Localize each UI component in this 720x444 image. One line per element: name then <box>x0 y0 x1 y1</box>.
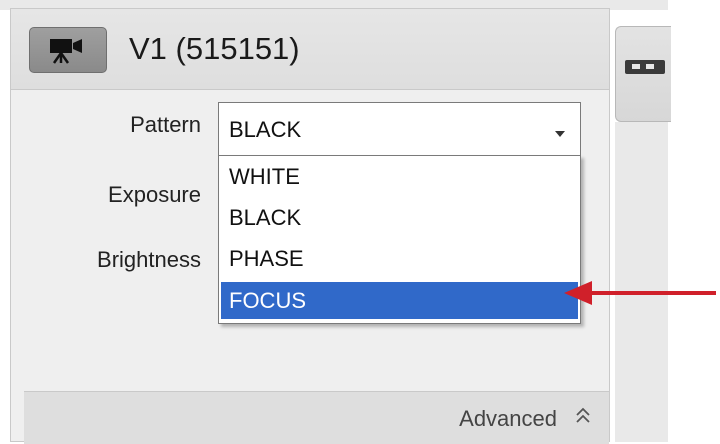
dropdown-option-phase[interactable]: PHASE <box>221 240 578 277</box>
dropdown-option-black[interactable]: BLACK <box>221 199 578 236</box>
panel-header: V1 (515151) <box>11 9 609 90</box>
double-chevron-up-icon <box>575 406 591 431</box>
advanced-section-toggle[interactable]: Advanced <box>24 391 609 444</box>
pattern-dropdown-list: WHITE BLACK PHASE FOCUS <box>218 155 581 324</box>
camera-title: V1 (515151) <box>129 31 300 66</box>
pattern-select-value: BLACK <box>229 117 302 142</box>
dropdown-option-white[interactable]: WHITE <box>221 158 578 195</box>
chevron-down-icon[interactable] <box>554 125 566 143</box>
pattern-label: Pattern <box>130 112 201 137</box>
video-camera-icon <box>50 39 82 64</box>
pattern-select[interactable]: BLACK <box>218 102 581 158</box>
side-device-tab[interactable] <box>615 26 671 122</box>
dropdown-option-focus[interactable]: FOCUS <box>221 282 578 319</box>
camera-settings-panel: V1 (515151) Pattern Exposure Brightness … <box>10 8 610 444</box>
device-icon <box>625 60 665 74</box>
exposure-label: Exposure <box>108 182 201 207</box>
red-arrow-icon <box>564 281 716 305</box>
brightness-label: Brightness <box>97 247 201 272</box>
advanced-label: Advanced <box>459 406 557 431</box>
camera-toggle-button[interactable] <box>29 27 107 73</box>
